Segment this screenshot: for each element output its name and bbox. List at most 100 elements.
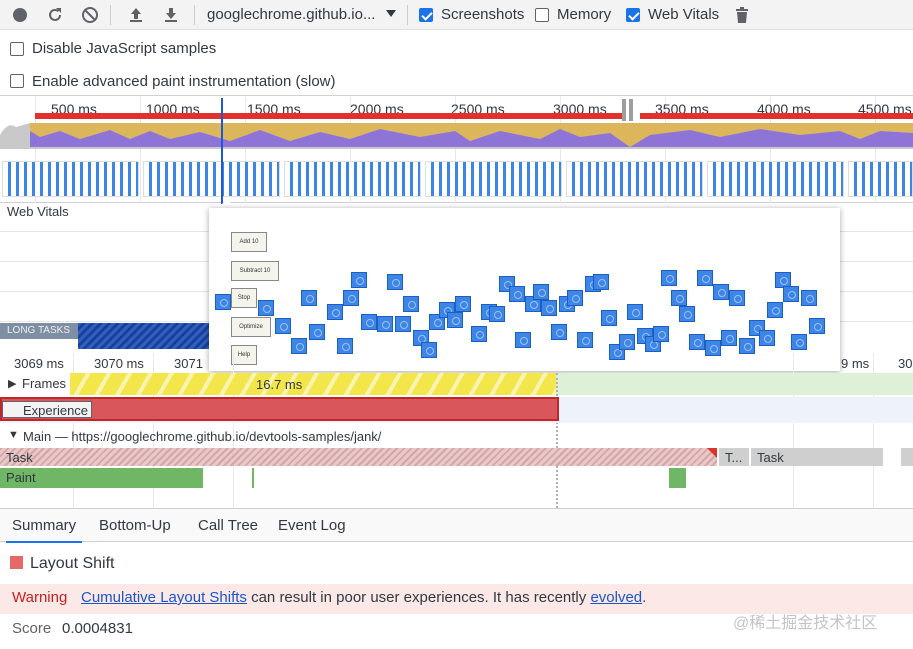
toolbar-divider xyxy=(194,5,195,25)
evolved-link[interactable]: evolved xyxy=(590,589,642,606)
preview-square xyxy=(343,290,359,306)
memory-checkbox[interactable] xyxy=(535,8,549,22)
time-tick: 9 ms xyxy=(841,356,870,371)
expand-triangle-icon[interactable]: ▶ xyxy=(8,377,16,390)
task-block[interactable]: T... xyxy=(719,448,749,466)
capture-settings: Disable JavaScript samples Enable advanc… xyxy=(0,30,913,96)
screenshot-frame[interactable] xyxy=(566,161,703,197)
screenshots-checkbox[interactable] xyxy=(419,8,433,22)
screenshot-filmstrip[interactable] xyxy=(0,161,913,197)
advanced-paint-checkbox[interactable] xyxy=(10,74,24,88)
advanced-paint-label: Enable advanced paint instrumentation (s… xyxy=(32,73,336,90)
cls-link[interactable]: Cumulative Layout Shifts xyxy=(81,589,247,606)
preview-square xyxy=(729,290,745,306)
preview-add-button: Add 10 xyxy=(231,232,267,252)
experience-track-header[interactable]: Experience xyxy=(2,401,92,418)
preview-square xyxy=(697,270,713,286)
preview-square xyxy=(291,338,307,354)
time-tick: 30 xyxy=(898,356,913,371)
screenshot-frame[interactable] xyxy=(284,161,421,197)
task-block[interactable]: Task xyxy=(751,448,883,466)
main-thread-label: Main — https://googlechrome.github.io/de… xyxy=(23,429,382,444)
warning-text: can result in poor user experiences. It … xyxy=(246,589,591,606)
detail-time-ruler: 3069 ms 3070 ms 3071 9 ms 30 xyxy=(0,353,913,373)
time-tick: 3069 ms xyxy=(14,356,64,371)
chevron-down-icon[interactable] xyxy=(386,10,396,17)
time-tick: 3070 ms xyxy=(94,356,144,371)
preview-square xyxy=(327,304,343,320)
web-vitals-track-label: Web Vitals xyxy=(7,204,69,219)
preview-stop-button: Stop xyxy=(231,288,257,308)
web-vitals-checkbox[interactable] xyxy=(626,8,640,22)
preview-square xyxy=(275,318,291,334)
paint-block[interactable] xyxy=(669,468,686,488)
tab-call-tree[interactable]: Call Tree xyxy=(198,517,258,534)
preview-square xyxy=(671,290,687,306)
disable-js-samples-label: Disable JavaScript samples xyxy=(32,40,217,57)
preview-square xyxy=(471,326,487,342)
memory-label: Memory xyxy=(557,6,612,23)
time-tick: 3071 xyxy=(174,356,203,371)
reload-icon[interactable] xyxy=(46,6,64,24)
details-tab-bar: Summary Bottom-Up Call Tree Event Log xyxy=(0,508,913,543)
overview-playhead[interactable] xyxy=(221,98,223,204)
trash-icon[interactable] xyxy=(733,6,751,24)
preview-square xyxy=(759,330,775,346)
preview-square xyxy=(489,306,505,322)
task-block[interactable] xyxy=(901,448,913,466)
warning-period: . xyxy=(642,589,647,606)
task-label: T... xyxy=(725,450,743,465)
preview-square xyxy=(361,314,377,330)
upload-icon[interactable] xyxy=(127,6,145,24)
score-label: Score xyxy=(12,620,52,637)
toolbar: googlechrome.github.io... Screenshots Me… xyxy=(0,0,913,30)
preview-square xyxy=(309,324,325,340)
preview-square xyxy=(791,334,807,350)
preview-square xyxy=(767,302,783,318)
record-icon[interactable] xyxy=(11,6,29,24)
disable-js-samples-checkbox[interactable] xyxy=(10,42,24,56)
task-label: Task xyxy=(6,450,33,465)
warning-label: Warning xyxy=(12,589,68,606)
web-vitals-label: Web Vitals xyxy=(648,6,720,23)
long-task-block[interactable] xyxy=(78,323,210,349)
timeline-overview[interactable]: 500 ms 1000 ms 1500 ms 2000 ms 2500 ms 3… xyxy=(0,97,913,203)
popover-arrow xyxy=(218,199,236,208)
preview-square xyxy=(627,304,643,320)
tab-event-log[interactable]: Event Log xyxy=(278,517,346,534)
recording-select[interactable]: googlechrome.github.io... xyxy=(207,6,375,23)
long-task-marker xyxy=(707,448,717,458)
preview-square xyxy=(337,338,353,354)
preview-square xyxy=(515,332,531,348)
score-value: 0.0004831 xyxy=(62,620,133,637)
preview-square xyxy=(455,296,471,312)
collapse-triangle-icon[interactable]: ▼ xyxy=(8,429,19,441)
frame-block[interactable]: 16.7 ms xyxy=(70,373,556,395)
frames-track-header[interactable]: ▶ Frames xyxy=(0,373,70,395)
preview-square xyxy=(713,284,729,300)
preview-square xyxy=(689,334,705,350)
screenshot-frame[interactable] xyxy=(2,161,139,197)
preview-square xyxy=(809,318,825,334)
watermark: @稀土掘金技术社区 xyxy=(733,615,878,632)
paint-block[interactable] xyxy=(252,468,254,488)
preview-square xyxy=(739,338,755,354)
clear-icon[interactable] xyxy=(81,6,99,24)
tab-summary[interactable]: Summary xyxy=(5,517,83,543)
preview-square xyxy=(679,306,695,322)
long-tasks-label-box: LONG TASKS xyxy=(0,323,78,339)
task-block-long[interactable]: Task xyxy=(0,448,717,466)
preview-square xyxy=(551,324,567,340)
toolbar-divider xyxy=(407,5,408,25)
preview-square xyxy=(447,312,463,328)
screenshot-frame[interactable] xyxy=(707,161,844,197)
screenshot-frame[interactable] xyxy=(143,161,280,197)
preview-square xyxy=(567,290,583,306)
screenshot-frame[interactable] xyxy=(848,161,913,197)
paint-block[interactable]: Paint xyxy=(0,468,203,488)
tab-bottom-up[interactable]: Bottom-Up xyxy=(99,517,171,534)
preview-square xyxy=(601,310,617,326)
download-icon[interactable] xyxy=(162,6,180,24)
preview-square xyxy=(721,330,737,346)
screenshot-frame[interactable] xyxy=(425,161,562,197)
